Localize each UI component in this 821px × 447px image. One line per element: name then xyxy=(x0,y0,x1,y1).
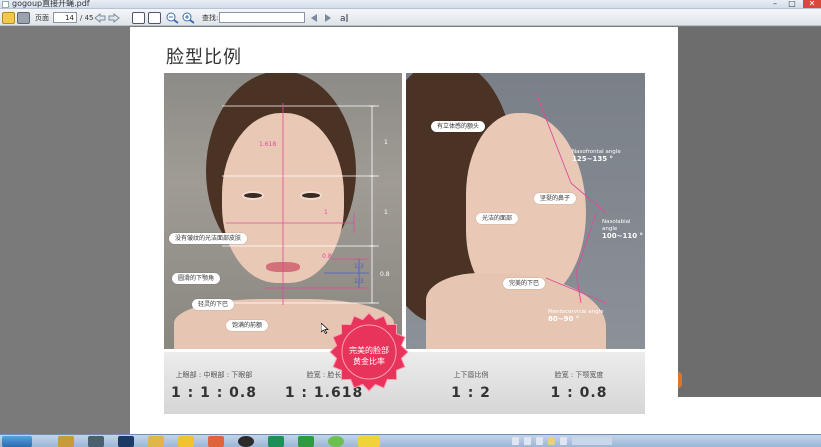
callout-perfect-chin: 完美的下巴 xyxy=(503,278,546,289)
svg-text:a: a xyxy=(340,14,346,23)
back-icon xyxy=(94,12,106,23)
volume-icon[interactable] xyxy=(524,437,531,445)
minimize-button[interactable]: – xyxy=(768,0,782,8)
zoom-out-button[interactable] xyxy=(166,11,179,24)
nasolabial-angle-name: Nasolabial angle xyxy=(602,219,631,232)
ratio-label-jaw: 0.8 xyxy=(322,253,332,260)
stat-label: 上下唇比例 xyxy=(453,371,489,379)
nasolabial-angle-value: 100~110 ° xyxy=(602,232,644,240)
paint-icon[interactable] xyxy=(208,436,224,447)
profile-face-photo: 有立体感的额头 坚挺的鼻子 光洁的面部 完美的下巴 Nasofrontal an… xyxy=(406,73,645,349)
ratio-label-middle: 1 xyxy=(384,209,388,216)
nasofrontal-angle-value: 125~135 ° xyxy=(572,155,614,163)
toolbar: 页面 14 / 45 查找: a xyxy=(0,9,821,26)
find-options-button[interactable]: a xyxy=(340,11,352,24)
fit-page-button[interactable] xyxy=(132,11,145,24)
callout-jaw-angle: 圆滑的下颚角 xyxy=(172,273,221,284)
start-icon[interactable] xyxy=(2,436,32,447)
golden-ratio-label: 1.618 xyxy=(259,141,277,148)
prev-result-button[interactable] xyxy=(309,11,319,24)
callout-forehead-3d: 有立体感的额头 xyxy=(431,121,486,132)
explorer-icon[interactable] xyxy=(58,436,74,447)
mentocervical-angle-value: 80~90 ° xyxy=(548,315,580,323)
seal-line-2: 黄金比率 xyxy=(353,357,385,366)
frontal-face-photo: 1.618 1 1 1 0.8 0.8 1/3 2/3 没有皱纹的光洁面部皮肤 … xyxy=(164,73,402,349)
find-input[interactable] xyxy=(219,12,305,23)
stat-eye-ratio: 上眼部 : 中眼部 : 下眼部 1 : 1 : 0.8 xyxy=(164,370,264,401)
mentocervical-angle: Mentocervical angle 80~90 ° xyxy=(548,309,604,323)
find-label: 查找: xyxy=(202,13,219,22)
document-icon xyxy=(2,1,9,8)
callout-chin: 轻灵的下巴 xyxy=(192,299,235,310)
next-result-icon xyxy=(325,13,331,22)
stat-label: 脸宽 : 下颚宽度 xyxy=(554,371,604,379)
stat-jaw-ratio: 脸宽 : 下颚宽度 1 : 0.8 xyxy=(529,370,629,401)
photoshop-icon[interactable] xyxy=(118,436,134,447)
media-icon[interactable] xyxy=(88,436,104,447)
back-button[interactable] xyxy=(94,11,106,24)
clock-app-icon[interactable] xyxy=(238,436,254,447)
next-result-button[interactable] xyxy=(323,11,333,24)
fit-width-button[interactable] xyxy=(148,11,161,24)
qq-icon[interactable] xyxy=(178,436,194,447)
ratio-label-width: 1 xyxy=(324,209,328,216)
excel-icon[interactable] xyxy=(298,436,314,447)
fit-width-icon xyxy=(148,11,161,24)
forward-button[interactable] xyxy=(108,11,120,24)
window-titlebar: gogoup直接开蝇.pdf – □ ✕ xyxy=(0,0,821,9)
page-total: / 45 xyxy=(80,13,94,22)
nasofrontal-angle: Nasofrontal angle 125~135 ° xyxy=(572,149,621,163)
lip-ratio-upper: 1/3 xyxy=(354,263,364,270)
ratio-label-lower: 0.8 xyxy=(380,271,390,278)
print-icon xyxy=(17,11,30,24)
seal-text: 完美的脸部 黄金比率 xyxy=(329,345,409,367)
ball-icon[interactable] xyxy=(328,436,344,447)
yellow-app-icon[interactable] xyxy=(358,436,380,447)
page-number-input[interactable]: 14 xyxy=(53,12,77,23)
app-icon[interactable] xyxy=(268,436,284,447)
callout-smooth-skin: 没有皱纹的光洁面部皮肤 xyxy=(169,233,248,244)
viewer-background-right xyxy=(676,27,821,437)
stat-value: 1 : 1 : 0.8 xyxy=(171,385,257,401)
zoom-in-icon xyxy=(182,12,195,24)
seal-line-1: 完美的脸部 xyxy=(349,346,389,355)
ratio-label-upper: 1 xyxy=(384,139,388,146)
stat-label: 上眼部 : 中眼部 : 下眼部 xyxy=(175,371,253,379)
maximize-button[interactable]: □ xyxy=(785,0,799,8)
window-title: gogoup直接开蝇.pdf xyxy=(12,0,90,8)
profile-guide-lines xyxy=(535,92,607,304)
open-button[interactable] xyxy=(2,11,15,24)
update-icon[interactable] xyxy=(560,437,567,445)
shield-icon[interactable] xyxy=(548,437,555,445)
print-button[interactable] xyxy=(17,11,30,24)
clock-icon[interactable] xyxy=(572,437,612,445)
stat-lip-ratio: 上下唇比例 1 : 2 xyxy=(421,370,521,401)
stat-value: 1 : 2 xyxy=(451,385,491,401)
callout-smooth-face: 光洁的面部 xyxy=(476,213,519,224)
zoom-in-button[interactable] xyxy=(182,11,195,24)
taskbar xyxy=(0,434,821,447)
page-label: 页面 xyxy=(35,13,49,22)
nasolabial-angle: Nasolabial angle 100~110 ° xyxy=(602,219,645,240)
ime-icon[interactable] xyxy=(536,437,543,445)
forward-icon xyxy=(108,12,120,23)
fit-page-icon xyxy=(132,11,145,24)
callout-forehead: 饱满的前额 xyxy=(226,320,269,331)
callout-nose: 坚挺的鼻子 xyxy=(534,193,577,204)
find-options-icon: a xyxy=(340,14,348,23)
mouse-cursor-icon xyxy=(321,323,329,334)
folder-icon[interactable] xyxy=(148,436,164,447)
prev-result-icon xyxy=(311,13,317,22)
viewer-blank-area xyxy=(678,397,821,437)
network-icon[interactable] xyxy=(512,437,519,445)
page-title: 脸型比例 xyxy=(166,47,242,68)
stat-value: 1 : 0.8 xyxy=(550,385,608,401)
pdf-page: 脸型比例 1.618 1 1 1 0.8 0.8 1/3 2/3 没有皱纹的光洁… xyxy=(130,27,678,437)
open-icon xyxy=(2,11,15,24)
lip-ratio-lower: 2/3 xyxy=(354,278,364,285)
zoom-out-icon xyxy=(166,12,179,24)
close-button[interactable]: ✕ xyxy=(803,0,821,8)
viewer-background-left xyxy=(0,27,130,434)
